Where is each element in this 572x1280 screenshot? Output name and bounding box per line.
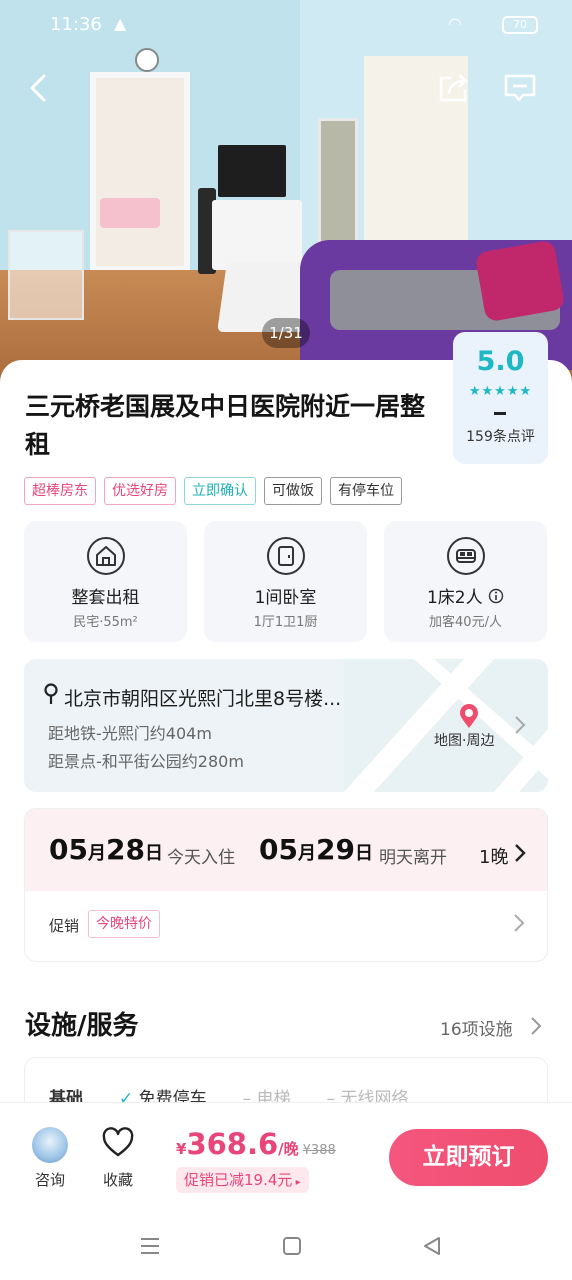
photo-counter: 1/31 xyxy=(262,318,310,348)
map-pin-icon xyxy=(460,704,478,728)
month-unit: 月 xyxy=(87,843,106,864)
original-price: ¥388 xyxy=(302,1143,336,1158)
feature-sub: 加客40元/人 xyxy=(429,615,502,630)
back-button[interactable] xyxy=(16,66,60,110)
tag-great-host: 超棒房东 xyxy=(24,477,96,505)
status-time: 11:36 xyxy=(50,14,102,35)
scenic-distance: 距景点-和平街公园约280m xyxy=(48,752,244,771)
address: 北京市朝阳区光熙门北里8号楼... xyxy=(44,683,384,711)
door-icon xyxy=(267,537,305,575)
listing-page: 11:36 ▲ ◠ 70 1/31 三元桥老国展及中日医院附近一居整租 5.0 … xyxy=(0,0,572,1280)
promo-label: 促销 xyxy=(49,917,80,935)
share-button[interactable] xyxy=(432,66,476,110)
promo-discount-badge[interactable]: 促销已减19.4元 ▸ xyxy=(176,1167,309,1193)
month-unit: 月 xyxy=(297,843,316,864)
chevron-right-icon xyxy=(531,1017,542,1035)
rating-divider xyxy=(494,412,506,415)
feature-whole-rental: 整套出租 民宅·55m² xyxy=(24,521,187,642)
tag-instant-confirm: 立即确认 xyxy=(184,477,256,505)
checkin-day: 28 xyxy=(105,833,145,866)
feature-main: 整套出租 xyxy=(71,588,140,608)
rating-box[interactable]: 5.0 ★★★★★ 159条点评 xyxy=(453,332,548,464)
rating-stars-icon: ★★★★★ xyxy=(468,384,533,399)
price-unit: /晚 xyxy=(278,1140,299,1158)
photo-tv xyxy=(218,145,286,197)
tag-list: 超棒房东 优选好房 立即确认 可做饭 有停车位 xyxy=(24,477,402,505)
date-selector[interactable]: 05月28日 今天入住 05月29日 明天离开 1晚 xyxy=(25,809,547,891)
promo-tag: 今晚特价 xyxy=(88,910,160,938)
info-icon xyxy=(488,588,504,604)
facilities-title: 设施/服务 xyxy=(25,1011,139,1041)
feature-sub: 民宅·55m² xyxy=(73,615,138,630)
message-button[interactable] xyxy=(498,66,542,110)
chevron-left-icon xyxy=(30,74,46,102)
bed-icon xyxy=(447,537,485,575)
photo-pillow xyxy=(474,239,566,323)
day-unit: 日 xyxy=(144,843,163,864)
tag-preferred: 优选好房 xyxy=(104,477,176,505)
share-icon xyxy=(439,74,468,102)
feature-sub: 1厅1卫1厨 xyxy=(253,615,318,630)
menu-icon xyxy=(141,1238,159,1254)
checkout-month: 05 xyxy=(259,833,298,866)
status-bar: 11:36 ▲ ◠ 70 xyxy=(0,0,572,52)
price-value: 368.6 xyxy=(186,1127,279,1161)
feature-bedrooms: 1间卧室 1厅1卫1厨 xyxy=(204,521,367,642)
photo-doorway xyxy=(90,72,190,272)
assistant-avatar xyxy=(32,1127,68,1163)
review-count: 159条点评 xyxy=(466,429,535,445)
feature-main-text: 1床2人 xyxy=(426,588,483,608)
day-unit: 日 xyxy=(354,843,373,864)
nights-count: 1晚 xyxy=(479,847,509,868)
tag-cooking: 可做饭 xyxy=(264,477,322,505)
location-pin-icon xyxy=(44,683,58,704)
date-card: 05月28日 今天入住 05月29日 明天离开 1晚 促销 今晚特价 xyxy=(24,808,548,962)
checkout-note: 明天离开 xyxy=(379,848,447,868)
bottom-bar: 咨询 收藏 ¥368.6/晚 ¥388 促销已减19.4元 ▸ 立即预订 xyxy=(0,1102,572,1210)
caret-right-icon: ▸ xyxy=(292,1177,301,1188)
wifi-icon: ◠ xyxy=(448,14,462,33)
feature-main: 1间卧室 xyxy=(254,588,317,608)
photo-tv-cabinet xyxy=(212,200,302,270)
promo-discount-text: 促销已减19.4元 xyxy=(184,1171,293,1189)
checkout-date: 05月29日 xyxy=(259,833,373,866)
tag-parking: 有停车位 xyxy=(330,477,402,505)
facilities-count-link[interactable]: 16项设施 xyxy=(440,1015,513,1040)
consult-label: 咨询 xyxy=(34,1171,65,1189)
chevron-right-icon xyxy=(515,844,526,862)
heart-icon xyxy=(102,1127,134,1157)
price-currency: ¥ xyxy=(176,1140,187,1158)
map-surroundings-link[interactable]: 地图·周边 xyxy=(434,730,494,750)
rating-score: 5.0 xyxy=(476,346,525,377)
triangle-back-icon xyxy=(424,1237,440,1255)
price: ¥368.6/晚 ¥388 xyxy=(176,1127,336,1161)
warning-icon: ▲ xyxy=(114,14,127,33)
book-now-button[interactable]: 立即预订 xyxy=(389,1129,548,1186)
photo-bed xyxy=(100,198,160,228)
photo-shelf xyxy=(8,230,84,320)
metro-distance: 距地铁-光熙门约404m xyxy=(48,724,212,743)
feature-main: 1床2人 xyxy=(384,583,547,608)
message-icon xyxy=(504,74,536,102)
menu-button[interactable] xyxy=(136,1232,164,1260)
system-navigation-bar xyxy=(0,1210,572,1280)
battery-icon: 70 xyxy=(502,16,538,34)
listing-title: 三元桥老国展及中日医院附近一居整租 xyxy=(25,392,426,459)
feature-beds[interactable]: 1床2人 加客40元/人 xyxy=(384,521,547,642)
system-back-button[interactable] xyxy=(418,1232,446,1260)
checkin-note: 今天入住 xyxy=(167,848,235,868)
chevron-right-icon xyxy=(515,716,526,734)
square-home-icon xyxy=(283,1237,301,1255)
favorite-button[interactable]: 收藏 xyxy=(96,1127,140,1190)
checkin-date: 05月28日 xyxy=(49,833,163,866)
home-button[interactable] xyxy=(278,1232,306,1260)
consult-button[interactable]: 咨询 xyxy=(28,1127,72,1190)
favorite-label: 收藏 xyxy=(102,1171,133,1189)
house-icon xyxy=(87,537,125,575)
checkout-day: 29 xyxy=(315,833,355,866)
location-card[interactable]: 北京市朝阳区光熙门北里8号楼... 距地铁-光熙门约404m 距景点-和平街公园… xyxy=(24,659,548,792)
chevron-right-icon xyxy=(514,914,525,932)
address-text: 北京市朝阳区光熙门北里8号楼... xyxy=(64,688,342,710)
checkin-month: 05 xyxy=(49,833,88,866)
